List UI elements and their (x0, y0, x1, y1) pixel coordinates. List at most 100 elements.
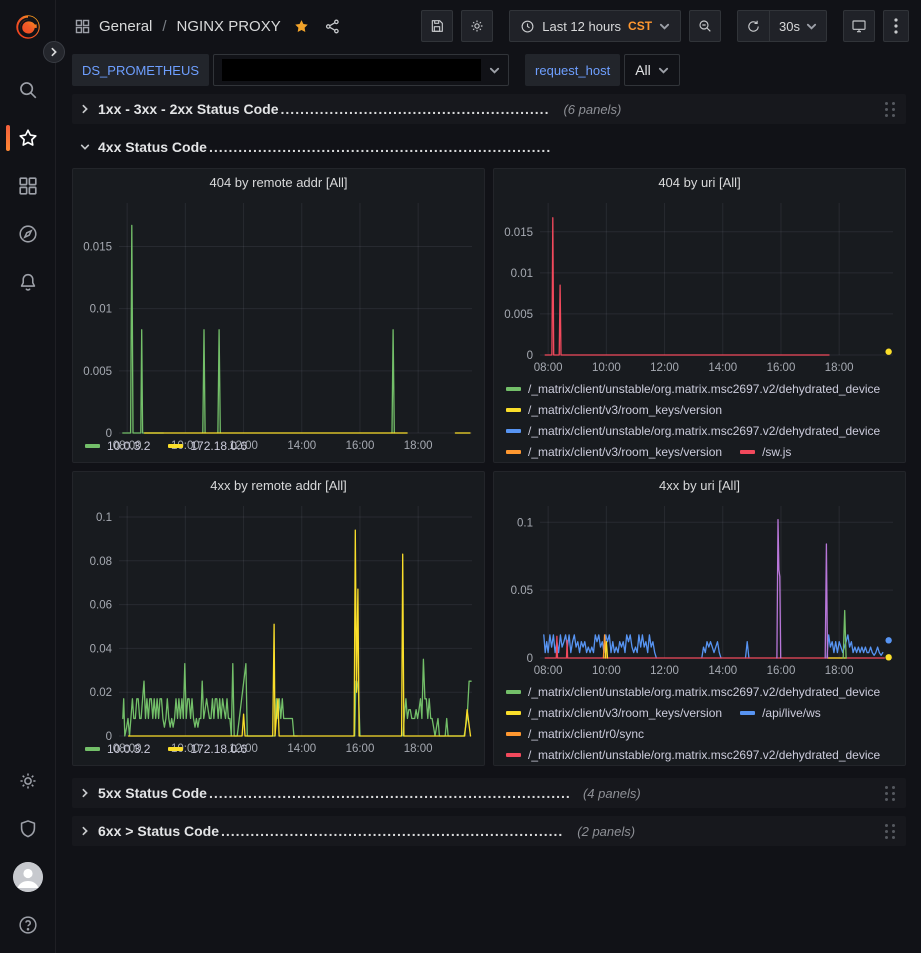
kebab-menu-button[interactable] (883, 10, 909, 42)
sidebar-item-settings[interactable] (0, 757, 56, 805)
panel-title[interactable]: 4xx by remote addr [All] (73, 472, 484, 498)
tv-mode-button[interactable] (843, 10, 875, 42)
zoom-out-button[interactable] (689, 10, 721, 42)
series-point (885, 349, 891, 355)
legend-swatch (85, 747, 100, 751)
row-panel-count: (4 panels) (583, 786, 641, 801)
chevron-right-icon (80, 788, 90, 798)
request-host-value: All (635, 62, 651, 78)
sidebar-item-server-admin[interactable] (0, 805, 56, 853)
row-drag-handle[interactable] (881, 98, 900, 121)
row-drag-handle[interactable] (881, 782, 900, 805)
sidebar-item-explore[interactable] (0, 210, 56, 258)
legend-item[interactable]: 10.0.3.2 (85, 742, 150, 756)
row-title: 4xx Status Code (98, 139, 207, 155)
zoom-out-icon (697, 18, 713, 34)
legend-item[interactable]: 10.0.3.2 (85, 439, 150, 453)
clock-icon (520, 19, 535, 34)
legend-item[interactable]: /_matrix/client/unstable/org.matrix.msc2… (506, 685, 880, 699)
legend-item[interactable]: /sw.js (740, 445, 791, 459)
panel-title[interactable]: 404 by uri [All] (494, 169, 905, 195)
sidebar-item-alerting[interactable] (0, 258, 56, 306)
legend-swatch (740, 711, 755, 715)
save-icon (429, 18, 445, 34)
legend-swatch (740, 450, 755, 454)
breadcrumb-title[interactable]: NGINX PROXY (177, 18, 281, 35)
sidebar-item-starred[interactable] (0, 114, 56, 162)
share-icon[interactable] (324, 18, 341, 35)
panel-legend: /_matrix/client/unstable/org.matrix.msc2… (494, 376, 905, 462)
time-range-picker[interactable]: Last 12 hours CST (509, 10, 681, 42)
dashboard-settings-button[interactable] (461, 10, 493, 42)
row-drag-handle[interactable] (881, 820, 900, 843)
refresh-button[interactable] (738, 11, 770, 41)
refresh-icon (746, 19, 761, 34)
timeseries-chart[interactable]: 08:0010:0012:0014:0016:0018:0000.0050.01… (73, 195, 484, 433)
svg-text:0.05: 0.05 (511, 585, 533, 597)
svg-text:10:00: 10:00 (592, 665, 621, 677)
timeseries-chart[interactable]: 08:0010:0012:0014:0016:0018:0000.0050.01… (494, 195, 905, 376)
save-dashboard-button[interactable] (421, 10, 453, 42)
legend-label: /_matrix/client/v3/room_keys/version (528, 403, 722, 417)
gear-icon (469, 18, 485, 34)
variable-datasource: DS_PROMETHEUS (72, 54, 509, 86)
legend-swatch (506, 429, 521, 433)
legend-item[interactable]: /_matrix/client/r0/sync (506, 727, 644, 741)
legend-item[interactable]: /_matrix/client/unstable/org.matrix.msc2… (506, 382, 880, 396)
legend-item[interactable]: 172.18.0.6 (168, 742, 247, 756)
question-icon (17, 914, 39, 936)
svg-text:0.005: 0.005 (83, 366, 112, 378)
apps-grid-icon[interactable] (74, 18, 91, 35)
timezone-label: CST (628, 19, 652, 33)
legend-label: 172.18.0.6 (190, 439, 247, 453)
row-5xx[interactable]: 5xx Status Code ........................… (72, 778, 906, 808)
legend-swatch (506, 450, 521, 454)
row-6xx[interactable]: 6xx > Status Code ......................… (72, 816, 906, 846)
breadcrumb-divider: / (162, 18, 166, 35)
monitor-icon (851, 18, 867, 34)
row-title: 5xx Status Code (98, 785, 207, 801)
timeseries-chart[interactable]: 08:0010:0012:0014:0016:0018:0000.050.1 (494, 498, 905, 679)
legend-item[interactable]: /_matrix/client/unstable/org.matrix.msc2… (506, 424, 880, 438)
request-host-label[interactable]: request_host (525, 54, 620, 86)
timeseries-chart[interactable]: 08:0010:0012:0014:0016:0018:0000.020.040… (73, 498, 484, 736)
panel-title[interactable]: 404 by remote addr [All] (73, 169, 484, 195)
legend-item[interactable]: /_matrix/client/v3/room_keys/version (506, 403, 722, 417)
legend-item[interactable]: /_matrix/client/v3/room_keys/version (506, 706, 722, 720)
series-point (885, 654, 891, 660)
sidebar-item-help[interactable] (0, 901, 56, 949)
legend-label: /_matrix/client/v3/room_keys/version (528, 706, 722, 720)
request-host-select[interactable]: All (624, 54, 680, 86)
row-4xx[interactable]: 4xx Status Code ........................… (72, 134, 906, 160)
favorite-star-icon[interactable] (293, 18, 310, 35)
legend-label: /_matrix/client/unstable/org.matrix.msc2… (528, 424, 880, 438)
panel-title[interactable]: 4xx by uri [All] (494, 472, 905, 498)
legend-item[interactable]: /api/live/ws (740, 706, 821, 720)
svg-text:0.1: 0.1 (96, 512, 112, 524)
svg-text:0.02: 0.02 (90, 687, 112, 699)
svg-text:18:00: 18:00 (825, 362, 854, 374)
svg-text:0.01: 0.01 (90, 304, 112, 316)
dashboards-grid-icon (17, 175, 39, 197)
datasource-select[interactable] (213, 54, 509, 86)
svg-text:0.04: 0.04 (90, 643, 113, 655)
sidebar-item-dashboards[interactable] (0, 162, 56, 210)
dashboard-submenu: DS_PROMETHEUS request_host All (56, 52, 921, 88)
series-line (123, 659, 471, 736)
legend-swatch (85, 444, 100, 448)
datasource-label[interactable]: DS_PROMETHEUS (72, 54, 209, 86)
refresh-interval-dropdown[interactable]: 30s (770, 11, 826, 41)
svg-text:08:00: 08:00 (534, 362, 563, 374)
legend-label: 10.0.3.2 (107, 439, 150, 453)
legend-item[interactable]: /_matrix/client/unstable/org.matrix.msc2… (506, 748, 880, 762)
bell-icon (17, 271, 39, 293)
row-1xx-3xx-2xx[interactable]: 1xx - 3xx - 2xx Status Code ............… (72, 94, 906, 124)
sidebar-item-profile[interactable] (0, 853, 56, 901)
breadcrumb-section[interactable]: General (99, 18, 152, 35)
legend-item[interactable]: /_matrix/client/v3/room_keys/version (506, 445, 722, 459)
sidebar-item-search[interactable] (0, 66, 56, 114)
grafana-logo[interactable] (13, 12, 43, 42)
expand-sidebar-button[interactable] (43, 41, 65, 63)
panel-4xx-by-remote-addr: 4xx by remote addr [All] 08:0010:0012:00… (72, 471, 485, 766)
legend-item[interactable]: 172.18.0.6 (168, 439, 247, 453)
